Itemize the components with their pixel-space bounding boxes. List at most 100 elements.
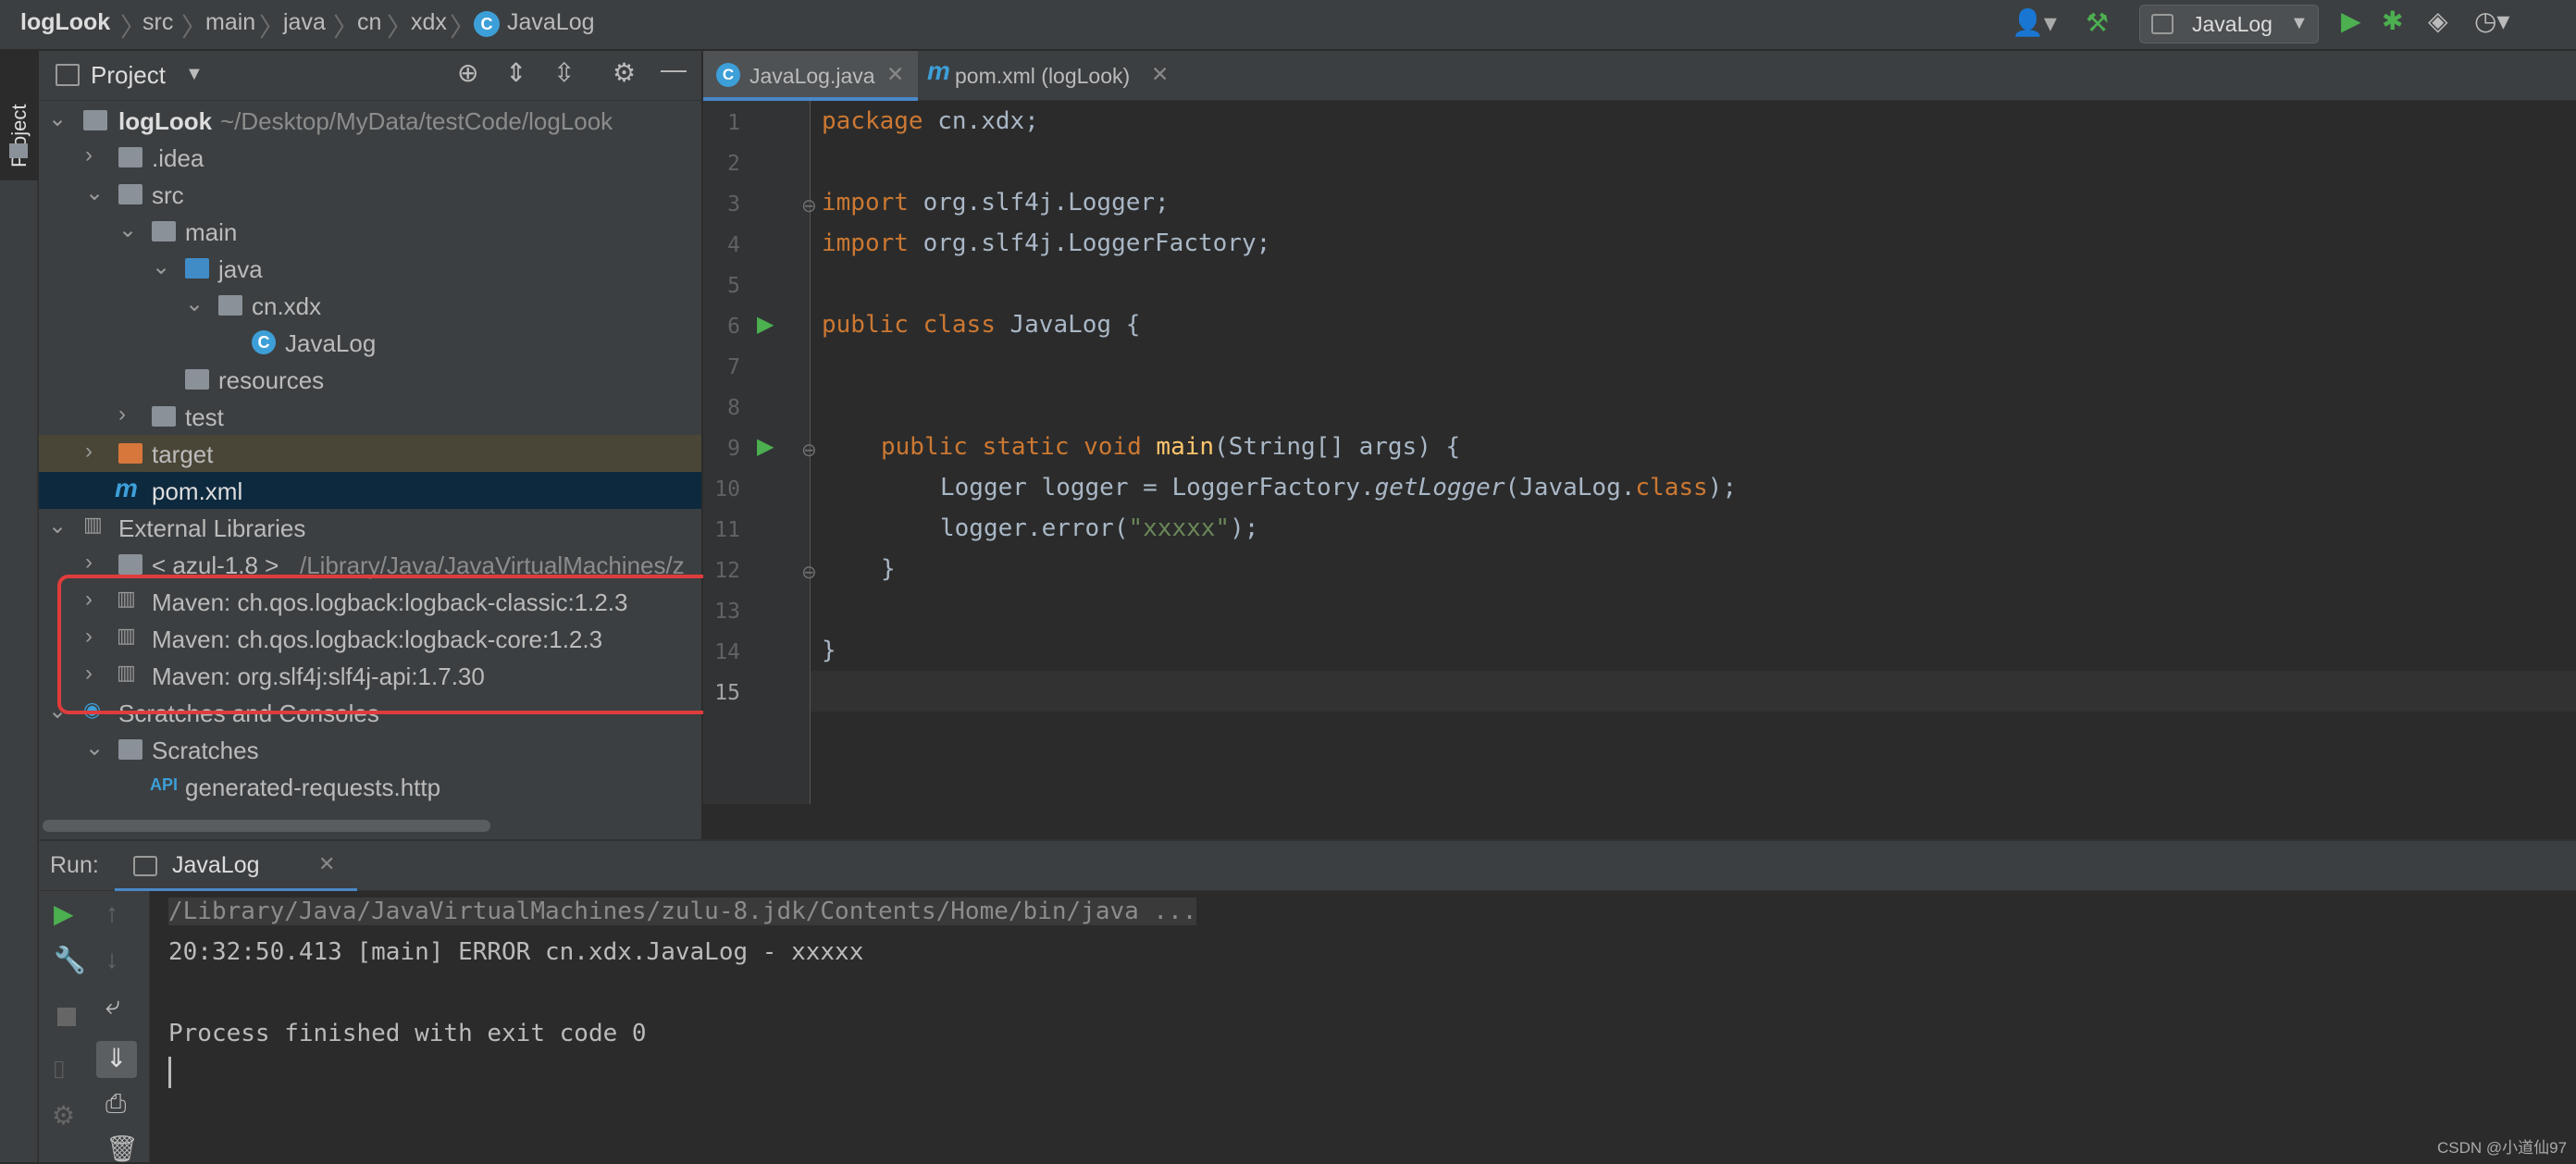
run-icon[interactable]: ▶ xyxy=(2341,6,2361,36)
fold-icon[interactable]: ⊖ xyxy=(801,561,817,584)
arrow-up-icon[interactable]: ↑ xyxy=(105,898,118,928)
code-line[interactable]: logger.error("xxxxx"); xyxy=(940,514,1258,542)
tool-window-strip: Project xyxy=(0,51,39,1162)
chevron-down-icon[interactable]: ⌄ xyxy=(85,180,104,206)
breadcrumb-javalog[interactable]: JavaLog xyxy=(507,9,595,36)
code-line[interactable]: Logger logger = LoggerFactory.getLogger(… xyxy=(940,474,1737,502)
tree-item-target[interactable]: › target xyxy=(39,435,701,472)
folder-icon xyxy=(118,147,142,167)
soft-wrap-icon[interactable]: ⤶ xyxy=(105,991,120,1022)
tree-item-root[interactable]: ⌄ logLook ~/Desktop/MyData/testCode/logL… xyxy=(39,102,701,139)
chevron-down-icon[interactable]: ⌄ xyxy=(85,735,104,762)
code-line[interactable]: } xyxy=(822,637,836,664)
code-text: logger.error( xyxy=(940,514,1129,542)
chevron-right-icon[interactable]: › xyxy=(85,550,93,576)
stop-icon[interactable] xyxy=(57,1008,76,1026)
code-line[interactable]: public static void main(String[] args) { xyxy=(881,433,1460,461)
hide-icon[interactable]: — xyxy=(661,55,687,84)
code-line[interactable]: } xyxy=(881,555,896,583)
breadcrumb-project[interactable]: logLook xyxy=(20,9,110,36)
project-panel-header: Project ▼ ⊕ ⇕ ⇳ ⚙ — xyxy=(39,51,701,101)
tab-label: pom.xml (logLook) xyxy=(955,64,1131,88)
module-folder-icon xyxy=(83,110,107,130)
scroll-end-icon: ⇓ xyxy=(105,1044,128,1072)
run-gutter-icon[interactable]: ▶ xyxy=(757,311,774,338)
tree-item-label: logLook xyxy=(118,107,213,135)
run-gutter-icon[interactable]: ▶ xyxy=(757,433,774,460)
user-icon[interactable]: 👤▾ xyxy=(2012,7,2057,38)
fold-icon[interactable]: ⊖ xyxy=(801,194,817,217)
code-line[interactable]: package cn.xdx; xyxy=(822,107,1039,135)
line-number: 12 xyxy=(714,559,740,583)
code-line[interactable]: public class JavaLog { xyxy=(822,311,1140,339)
tree-item-label: pom.xml xyxy=(152,477,243,505)
trash-icon[interactable]: 🗑 xyxy=(105,1133,139,1164)
rerun-icon[interactable]: ▶ xyxy=(54,898,74,929)
current-line-highlight xyxy=(811,671,2576,712)
code-line[interactable]: import org.slf4j.LoggerFactory; xyxy=(822,229,1270,257)
tree-item-src[interactable]: ⌄ src xyxy=(39,176,701,213)
close-icon[interactable]: ✕ xyxy=(1151,62,1169,87)
chevron-down-icon[interactable]: ⌄ xyxy=(48,105,67,132)
chevron-down-icon[interactable]: ⌄ xyxy=(185,291,204,317)
tree-item-resources[interactable]: resources xyxy=(39,361,701,398)
resources-folder-icon xyxy=(185,369,209,390)
project-panel-title[interactable]: Project xyxy=(91,61,166,90)
code-line[interactable]: import org.slf4j.Logger; xyxy=(822,189,1170,217)
debug-icon[interactable]: ✱ xyxy=(2382,6,2403,36)
run-tab-javalog[interactable]: JavaLog ✕ xyxy=(115,841,357,892)
wrench-icon[interactable]: 🔧 xyxy=(54,945,86,975)
print-icon[interactable]: ⎙ xyxy=(105,1089,126,1120)
profiler-icon[interactable]: ◷▾ xyxy=(2474,6,2510,36)
tree-item-scratches[interactable]: ⌄ Scratches xyxy=(39,731,701,768)
coverage-icon[interactable]: ◈ xyxy=(2428,6,2448,36)
tree-item-test[interactable]: › test xyxy=(39,398,701,435)
settings-icon[interactable]: ⚙ xyxy=(52,1100,75,1131)
tree-item-idea[interactable]: › .idea xyxy=(39,139,701,176)
line-number: 7 xyxy=(727,355,740,379)
breadcrumb-separator: 〉 xyxy=(387,13,414,42)
string-literal: "xxxxx" xyxy=(1128,514,1231,542)
fold-icon[interactable]: ⊖ xyxy=(801,439,817,462)
expand-all-icon[interactable]: ⇕ xyxy=(505,57,526,88)
tree-item-package[interactable]: ⌄ cn.xdx xyxy=(39,287,701,324)
chevron-down-icon[interactable]: ▼ xyxy=(185,64,204,85)
breadcrumb-xdx[interactable]: xdx xyxy=(411,9,447,36)
tree-item-java[interactable]: ⌄ java xyxy=(39,250,701,287)
run-config-label: JavaLog xyxy=(2192,12,2273,36)
console-command-line[interactable]: /Library/Java/JavaVirtualMachines/zulu-8… xyxy=(168,898,1197,925)
config-icon xyxy=(2151,14,2174,34)
tree-item-javalog[interactable]: C JavaLog xyxy=(39,324,701,361)
breadcrumb-separator: 〉 xyxy=(450,13,477,42)
breadcrumb-src[interactable]: src xyxy=(142,9,173,36)
close-icon[interactable]: ✕ xyxy=(886,62,904,87)
run-config-select[interactable]: JavaLog ▼ xyxy=(2139,5,2319,43)
breadcrumb-cn[interactable]: cn xyxy=(357,9,381,36)
chevron-down-icon[interactable]: ⌄ xyxy=(118,217,137,243)
tab-pom[interactable]: m pom.xml (logLook) ✕ xyxy=(918,51,1177,101)
tree-item-main[interactable]: ⌄ main xyxy=(39,213,701,250)
build-hammer-icon[interactable]: ⚒ xyxy=(2086,7,2109,38)
gear-icon[interactable]: ⚙ xyxy=(613,57,636,88)
locate-icon[interactable]: ⊕ xyxy=(457,57,478,88)
chevron-right-icon[interactable]: › xyxy=(118,402,126,427)
arrow-down-icon[interactable]: ↓ xyxy=(105,945,118,974)
breadcrumb-main[interactable]: main xyxy=(205,9,255,36)
scroll-to-end-button[interactable]: ⇓ xyxy=(96,1041,137,1078)
tree-item-http-file[interactable]: API generated-requests.http xyxy=(39,768,701,805)
tree-item-external-libraries[interactable]: ⌄ ▥ External Libraries xyxy=(39,509,701,546)
tree-item-pom[interactable]: m pom.xml xyxy=(39,472,701,509)
breadcrumb-java[interactable]: java xyxy=(283,9,326,36)
close-icon[interactable]: ✕ xyxy=(318,852,335,876)
chevron-down-icon[interactable]: ⌄ xyxy=(48,513,67,539)
breadcrumb-separator: 〉 xyxy=(259,13,286,42)
line-number: 2 xyxy=(727,152,740,176)
collapse-all-icon[interactable]: ⇳ xyxy=(553,57,575,88)
code-text: ); xyxy=(1230,514,1259,542)
camera-icon[interactable]: ⌷ xyxy=(52,1056,67,1085)
chevron-down-icon[interactable]: ⌄ xyxy=(152,254,170,280)
chevron-right-icon[interactable]: › xyxy=(85,439,93,464)
horizontal-scrollbar[interactable] xyxy=(43,820,490,832)
tab-javalog[interactable]: C JavaLog.java ✕ xyxy=(703,51,918,101)
chevron-right-icon[interactable]: › xyxy=(85,142,93,168)
